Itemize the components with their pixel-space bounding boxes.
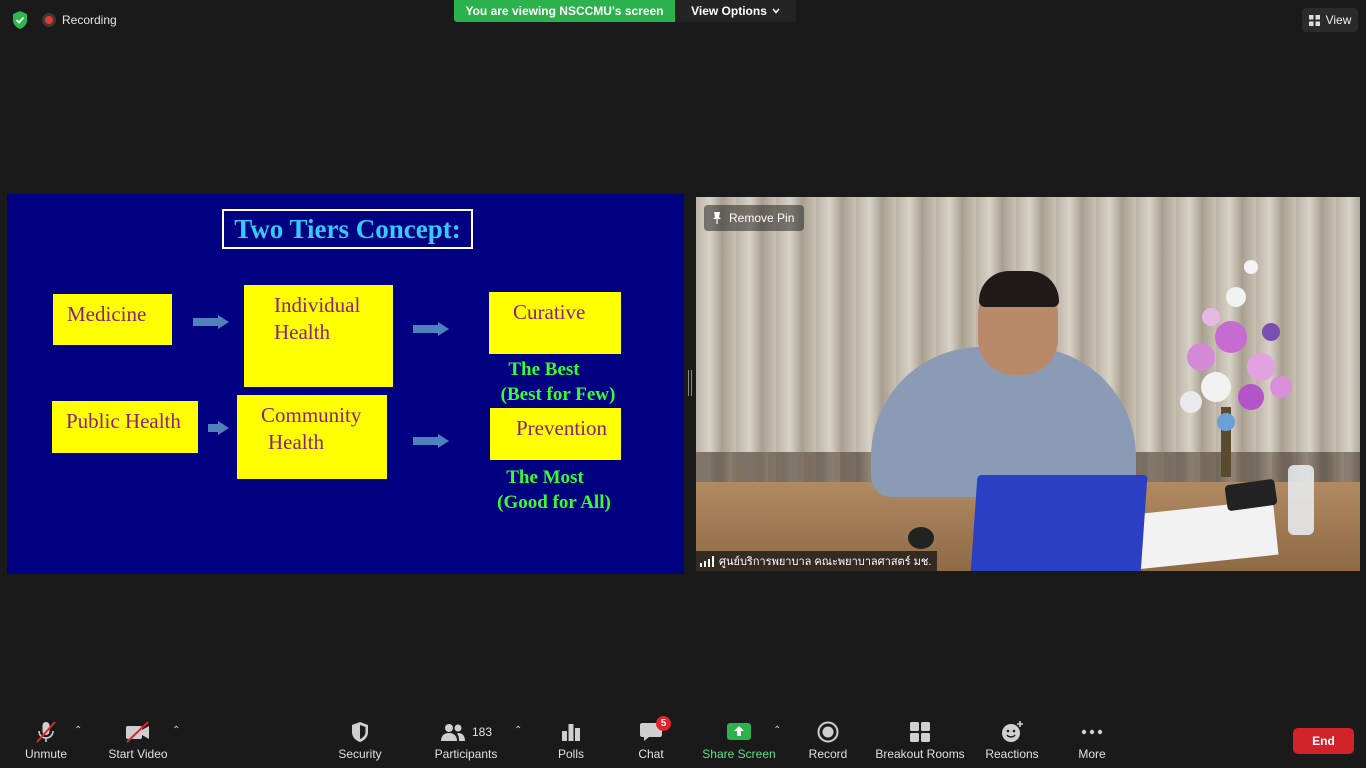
- participants-count: 183: [471, 725, 493, 739]
- share-screen-options-caret[interactable]: ⌃: [773, 725, 783, 736]
- shield-icon: [352, 722, 368, 742]
- reactions-label: Reactions: [985, 747, 1039, 761]
- remove-pin-label: Remove Pin: [729, 211, 795, 225]
- record-icon: [817, 721, 839, 743]
- participants-options-caret[interactable]: ⌃: [514, 725, 524, 736]
- recording-icon: [42, 13, 56, 27]
- more-button[interactable]: More: [1072, 715, 1112, 768]
- box-individual-health: Individual Health: [244, 285, 393, 387]
- chat-label: Chat: [638, 747, 664, 761]
- start-video-label: Start Video: [108, 747, 168, 761]
- arrow-icon: [193, 315, 229, 329]
- unmute-button[interactable]: Unmute: [18, 715, 74, 768]
- arrow-icon: [413, 434, 449, 448]
- reactions-smiley-icon: [1002, 721, 1023, 742]
- box-public-health: Public Health: [52, 401, 198, 453]
- polls-chart-icon: [562, 724, 580, 741]
- split-view-resize-handle[interactable]: [688, 370, 692, 396]
- view-button[interactable]: View: [1302, 8, 1358, 32]
- participants-icon: [440, 724, 465, 741]
- breakout-rooms-button[interactable]: Breakout Rooms: [874, 715, 966, 768]
- share-screen-label: Share Screen: [702, 747, 776, 761]
- record-label: Record: [808, 747, 848, 761]
- note-good-for-all: (Good for All): [497, 492, 611, 513]
- breakout-rooms-icon: [910, 722, 930, 742]
- recording-label: Recording: [62, 13, 117, 27]
- remove-pin-button[interactable]: Remove Pin: [704, 205, 805, 231]
- audio-options-caret[interactable]: ⌃: [74, 725, 84, 736]
- video-camera-off-icon: [126, 721, 149, 743]
- polls-button[interactable]: Polls: [551, 715, 591, 768]
- chat-button[interactable]: 5 Chat: [632, 715, 671, 768]
- record-button[interactable]: Record: [806, 715, 850, 768]
- note-the-best: The Best: [508, 359, 580, 380]
- box-community-health: Community Health: [237, 395, 387, 479]
- chevron-down-icon: [772, 8, 780, 14]
- note-best-for-few: (Best for Few): [500, 384, 616, 405]
- box-medicine: Medicine: [53, 294, 172, 345]
- security-label: Security: [338, 747, 382, 761]
- view-options-button[interactable]: View Options: [675, 0, 796, 22]
- participant-video-tile[interactable]: Remove Pin ศูนย์บริการพยาบาล คณะพยาบาลศา…: [696, 197, 1360, 571]
- microphone-muted-icon: [36, 721, 56, 743]
- unmute-label: Unmute: [24, 747, 68, 761]
- end-meeting-button[interactable]: End: [1293, 728, 1354, 754]
- slide-title: Two Tiers Concept:: [222, 209, 473, 249]
- shared-screen-slide: Two Tiers Concept: Medicine Individual H…: [7, 194, 684, 574]
- participant-name: ศูนย์บริการพยาบาล คณะพยาบาลศาสตร์ มช.: [719, 556, 932, 568]
- viewing-screen-banner: You are viewing NSCCMU's screen: [454, 0, 675, 22]
- signal-strength-icon: [700, 555, 714, 567]
- chat-unread-badge: 5: [656, 716, 671, 731]
- meeting-toolbar: Unmute ⌃ Start Video ⌃ Security 183 Part…: [0, 715, 1366, 768]
- participants-label: Participants: [434, 747, 498, 761]
- box-prevention: Prevention: [490, 408, 621, 460]
- box-curative: Curative: [489, 292, 621, 354]
- view-button-label: View: [1325, 13, 1352, 27]
- participants-button[interactable]: 183 Participants: [432, 715, 500, 768]
- recording-indicator[interactable]: Recording: [42, 11, 117, 29]
- share-screen-button[interactable]: Share Screen: [702, 715, 776, 768]
- participant-name-tag: ศูนย์บริการพยาบาล คณะพยาบาลศาสตร์ มช.: [696, 551, 938, 571]
- security-shield-icon: [13, 11, 27, 29]
- polls-label: Polls: [557, 747, 584, 761]
- arrow-icon: [413, 322, 449, 336]
- more-dots-icon: [1081, 729, 1103, 735]
- start-video-button[interactable]: Start Video: [105, 715, 171, 768]
- flower-arrangement: [1180, 260, 1292, 477]
- more-label: More: [1078, 747, 1106, 761]
- arrow-icon: [208, 421, 229, 435]
- reactions-button[interactable]: Reactions: [984, 715, 1040, 768]
- laptop: [970, 475, 1148, 571]
- breakout-rooms-label: Breakout Rooms: [875, 747, 965, 761]
- grid-view-icon: [1308, 14, 1320, 26]
- note-the-most: The Most: [506, 467, 584, 488]
- pin-icon: [713, 212, 721, 224]
- view-options-label: View Options: [691, 4, 767, 18]
- video-options-caret[interactable]: ⌃: [172, 725, 182, 736]
- security-button[interactable]: Security: [334, 715, 386, 768]
- share-screen-icon: [727, 723, 751, 740]
